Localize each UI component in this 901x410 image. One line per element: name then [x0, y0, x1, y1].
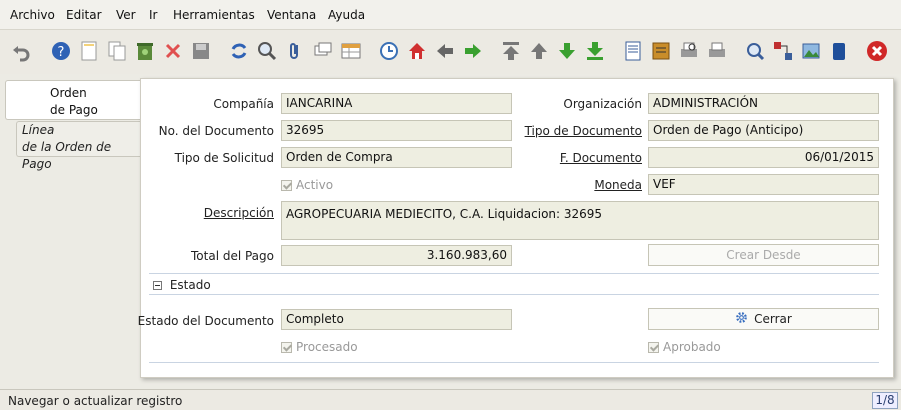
home-icon[interactable]	[406, 40, 428, 62]
recycle-icon[interactable]	[134, 40, 156, 62]
print-icon[interactable]	[706, 40, 728, 62]
currency-field[interactable]: VEF	[648, 174, 879, 195]
save-icon[interactable]	[190, 40, 212, 62]
menu-archivo[interactable]: Archivo	[10, 8, 55, 22]
tab-label-line1: Línea	[22, 123, 55, 137]
request-type-label: Tipo de Solicitud	[174, 151, 274, 165]
document-no-label: No. del Documento	[158, 124, 274, 138]
svg-text:?: ?	[58, 45, 65, 60]
close-document-button[interactable]: Cerrar	[648, 308, 879, 330]
close-window-icon[interactable]	[866, 40, 888, 62]
detail-record-icon[interactable]	[462, 40, 484, 62]
collapse-icon[interactable]	[153, 281, 162, 290]
status-message: Navegar o actualizar registro	[8, 394, 183, 408]
checkbox-box	[281, 179, 292, 191]
tab-label-line2: de Pago	[50, 103, 98, 117]
history-icon[interactable]	[378, 40, 400, 62]
organization-field[interactable]: ADMINISTRACIÓN	[648, 93, 879, 114]
checkbox-box	[281, 341, 292, 353]
image-icon[interactable]	[800, 40, 822, 62]
next-record-icon[interactable]	[556, 40, 578, 62]
menu-herramientas[interactable]: Herramientas	[173, 8, 255, 22]
document-status-field[interactable]: Completo	[281, 309, 512, 330]
record-panel: Compañía IANCARINA Organización ADMINIST…	[137, 78, 894, 378]
company-field[interactable]: IANCARINA	[281, 93, 512, 114]
document-type-label: Tipo de Documento	[524, 124, 642, 138]
menu-ir[interactable]: Ir	[149, 8, 157, 22]
first-record-icon[interactable]	[500, 40, 522, 62]
document-date-field[interactable]: 06/01/2015	[648, 147, 879, 168]
currency-label: Moneda	[594, 178, 642, 192]
section-title: Estado	[169, 278, 211, 292]
grid-toggle-icon[interactable]	[340, 40, 362, 62]
undo-icon[interactable]	[10, 40, 32, 62]
organization-label: Organización	[563, 97, 642, 111]
tab-linea-orden-de-pago[interactable]: Línea de la Orden de Pago	[16, 121, 140, 171]
archive-icon[interactable]	[650, 40, 672, 62]
approved-label: Aprobado	[663, 340, 721, 354]
toolbar: ?	[0, 30, 901, 74]
previous-record-icon[interactable]	[528, 40, 550, 62]
close-button-label: Cerrar	[754, 312, 792, 326]
description-label: Descripción	[203, 206, 274, 220]
menu-ver[interactable]: Ver	[116, 8, 136, 22]
new-record-icon[interactable]	[78, 40, 100, 62]
description-field[interactable]: AGROPECUARIA MEDIECITO, C.A. Liquidacion…	[281, 201, 879, 240]
tab-label-line1: Orden	[50, 86, 87, 100]
menu-ayuda[interactable]: Ayuda	[328, 8, 365, 22]
refresh-icon[interactable]	[228, 40, 250, 62]
approved-checkbox[interactable]: Aprobado	[648, 340, 721, 354]
request-type-field[interactable]: Orden de Compra	[281, 147, 512, 168]
menu-editar[interactable]: Editar	[66, 8, 102, 22]
delete-icon[interactable]	[162, 40, 184, 62]
help-icon[interactable]: ?	[50, 40, 72, 62]
last-record-icon[interactable]	[584, 40, 606, 62]
zoom-across-icon[interactable]	[744, 40, 766, 62]
document-type-field[interactable]: Orden de Pago (Anticipo)	[648, 120, 879, 141]
copy-record-icon[interactable]	[106, 40, 128, 62]
status-section-header[interactable]: Estado	[149, 273, 879, 295]
create-from-button[interactable]: Crear Desde	[648, 244, 879, 266]
total-payment-label: Total del Pago	[191, 249, 274, 263]
total-payment-field[interactable]: 3.160.983,60	[281, 245, 512, 266]
processed-checkbox[interactable]: Procesado	[281, 340, 358, 354]
menu-bar: Archivo Editar Ver Ir Herramientas Venta…	[0, 0, 901, 30]
report-icon[interactable]	[622, 40, 644, 62]
menu-ventana[interactable]: Ventana	[267, 8, 316, 22]
record-counter[interactable]: 1/8	[872, 392, 898, 409]
document-no-field[interactable]: 32695	[281, 120, 512, 141]
document-status-label: Estado del Documento	[137, 314, 274, 328]
gear-icon	[735, 311, 748, 327]
product-info-icon[interactable]	[828, 40, 850, 62]
tab-label-line2: de la Orden de Pago	[22, 140, 112, 171]
checkbox-box	[648, 341, 659, 353]
status-bar: Navegar o actualizar registro 1/8	[0, 389, 901, 410]
section-divider	[149, 362, 879, 363]
tab-list: Orden de Pago Línea de la Orden de Pago	[0, 76, 142, 386]
print-preview-icon[interactable]	[678, 40, 700, 62]
workflow-icon[interactable]	[772, 40, 794, 62]
processed-label: Procesado	[296, 340, 358, 354]
create-from-label: Crear Desde	[726, 248, 801, 262]
find-icon[interactable]	[256, 40, 278, 62]
document-date-label: F. Documento	[559, 151, 642, 165]
company-label: Compañía	[213, 97, 274, 111]
attachment-icon[interactable]	[284, 40, 306, 62]
tab-orden-de-pago[interactable]: Orden de Pago	[5, 80, 142, 120]
active-checkbox[interactable]: Activo	[281, 178, 333, 192]
active-label: Activo	[296, 178, 334, 192]
parent-record-icon[interactable]	[434, 40, 456, 62]
chat-icon[interactable]	[312, 40, 334, 62]
